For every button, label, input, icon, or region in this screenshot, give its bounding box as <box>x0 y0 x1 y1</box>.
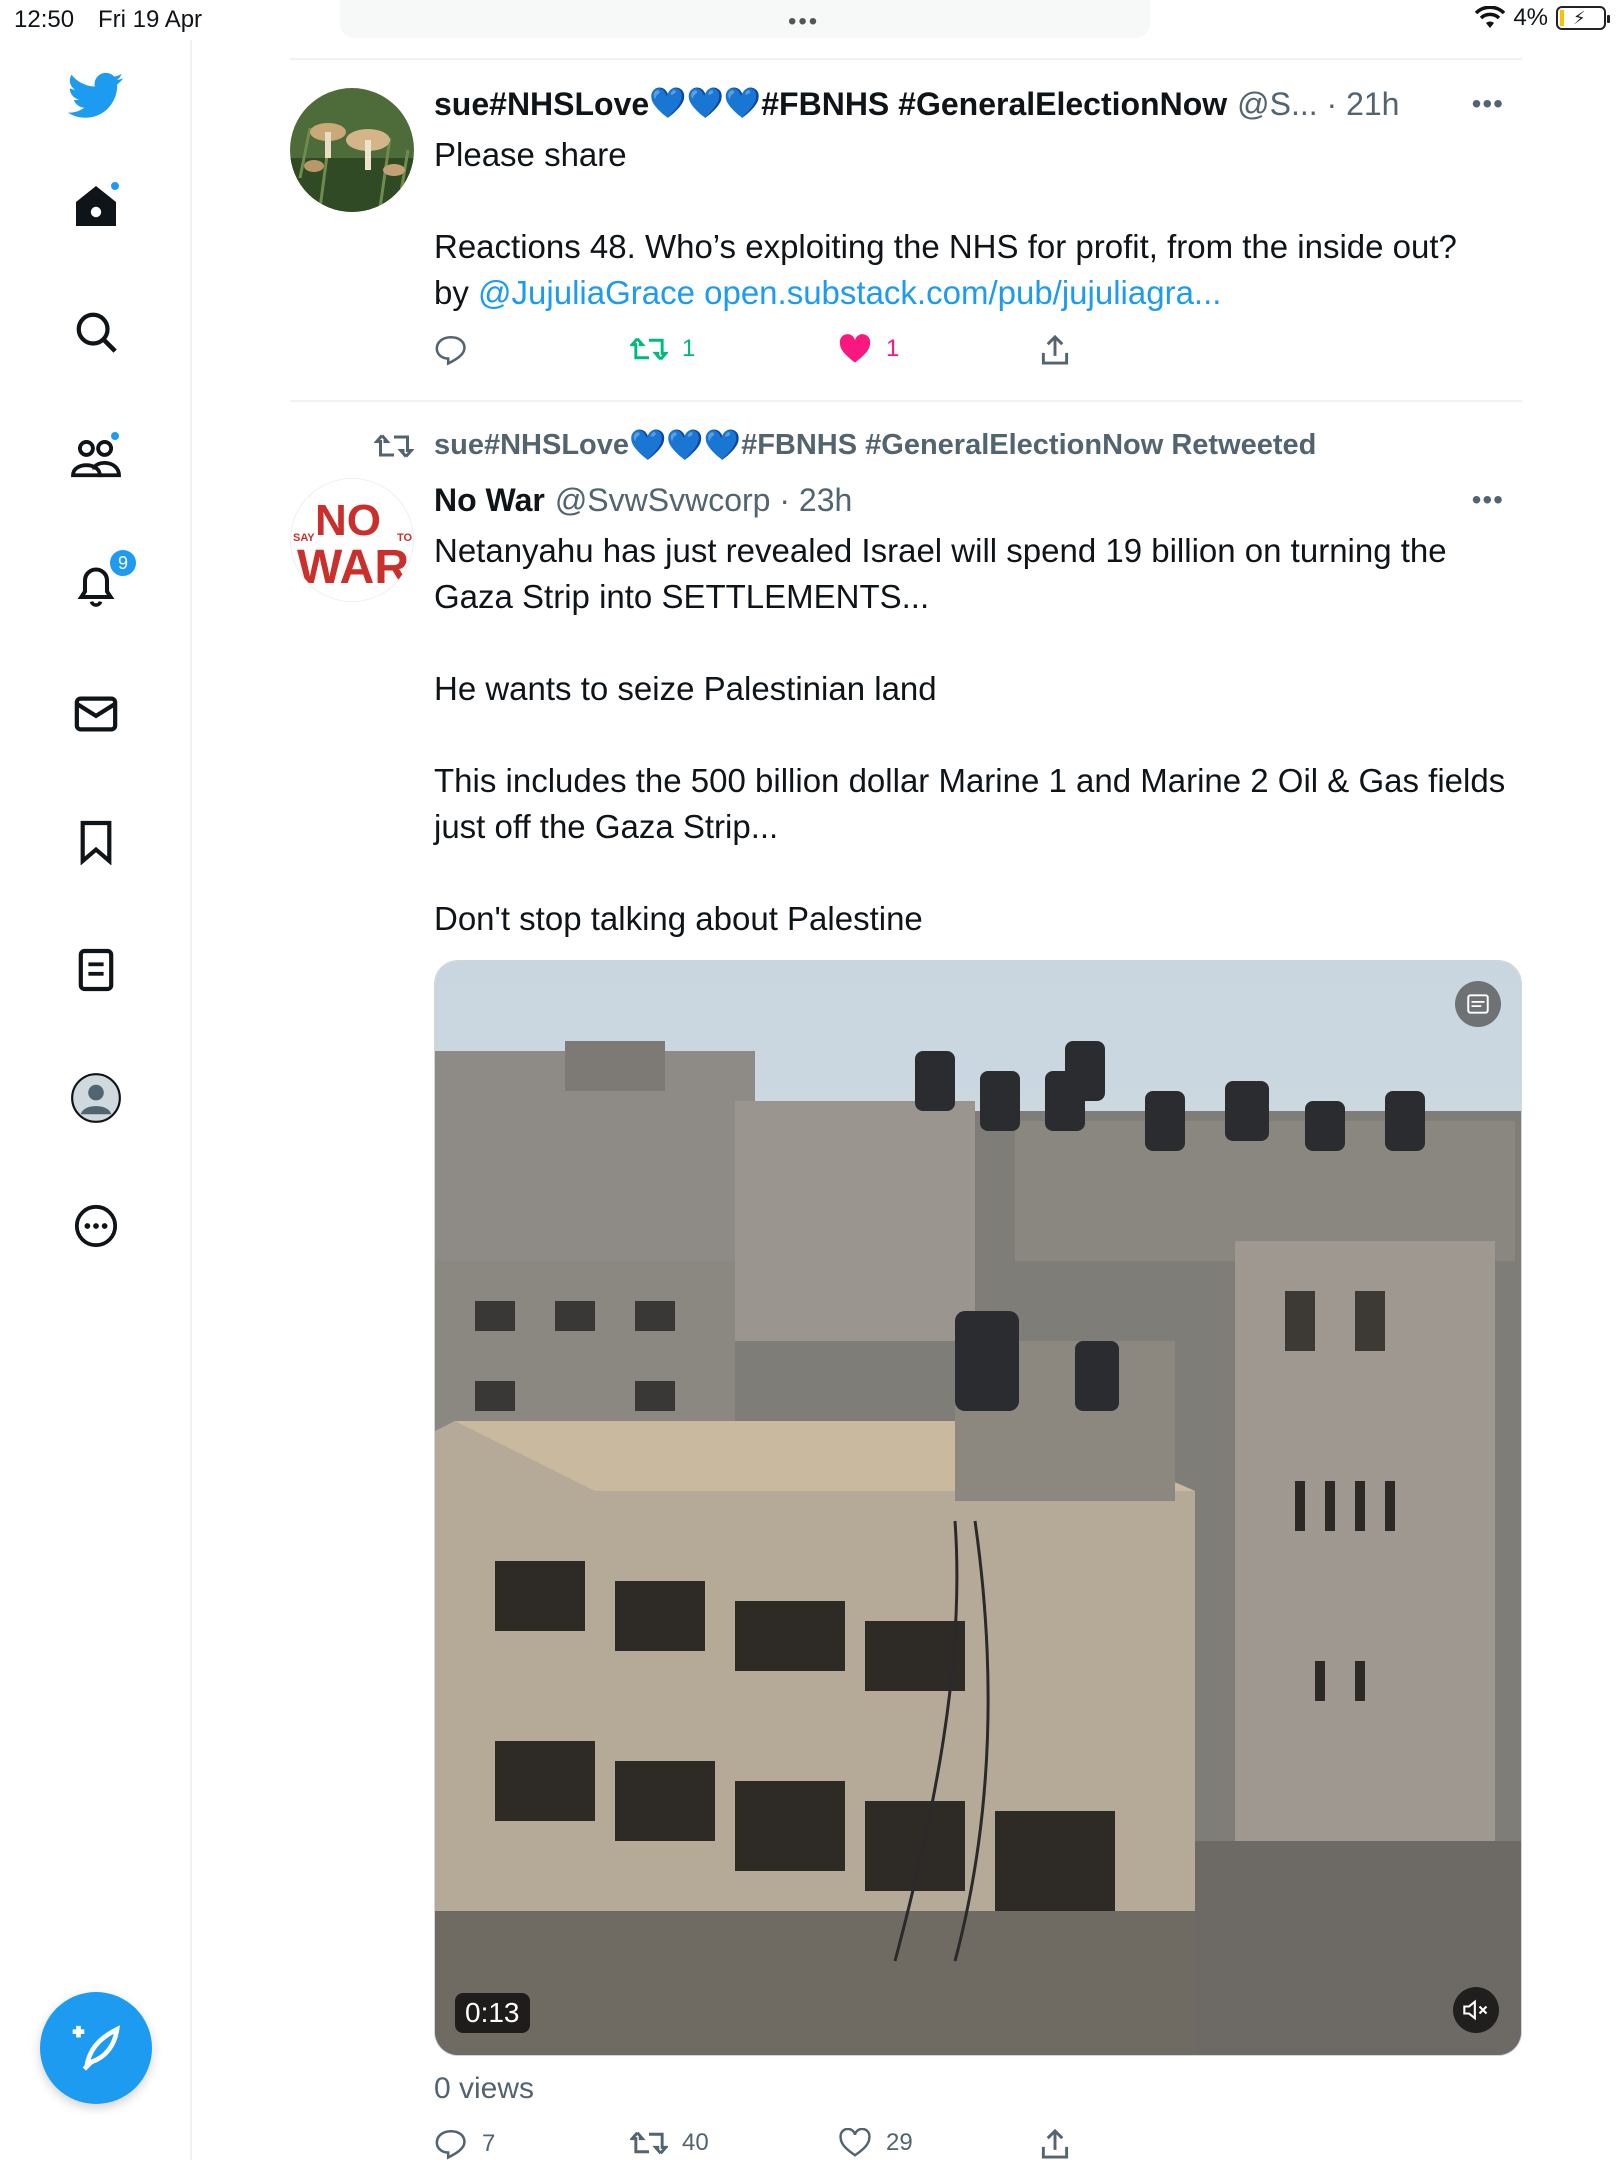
tweet2-paragraph-2: He wants to seize Palestinian land <box>434 670 937 707</box>
tweet2-retweet-context: sue#NHSLove 💙💙💙 #FBNHS #GeneralElectionN… <box>374 428 1316 463</box>
tweet1-substack-link[interactable]: open.substack.com/pub/jujuliagra... <box>704 274 1221 311</box>
compose-tweet-icon <box>72 2025 120 2071</box>
avatar-no-text: NO <box>315 496 381 545</box>
notifications-icon[interactable]: 9 <box>64 548 138 618</box>
muted-speaker-icon <box>1463 1999 1488 2021</box>
status-indicators: 4% ⚡ <box>1475 4 1610 32</box>
tweet2-share-button[interactable] <box>1040 2128 1070 2160</box>
tweet2-author-name[interactable]: No War <box>434 480 545 520</box>
avatar-war-text: WAR <box>297 541 409 594</box>
notifications-badge: 9 <box>108 548 138 578</box>
communities-icon[interactable] <box>64 426 128 490</box>
home-notification-dot <box>109 180 121 192</box>
tweet2-reply-count: 7 <box>482 2130 496 2157</box>
blue-heart-icon: 💙💙💙 <box>649 87 762 120</box>
tweet1-more-icon[interactable]: ••• <box>1472 88 1504 120</box>
tweet2-retweet-button[interactable]: 40 <box>630 2128 709 2158</box>
sidebar: 9 <box>0 40 192 2160</box>
status-date: Fri 19 Apr <box>98 6 203 33</box>
communities-notification-dot <box>109 430 121 442</box>
alt-text-button[interactable] <box>1455 981 1501 1027</box>
battery-percent: 4% <box>1513 4 1548 31</box>
messages-icon[interactable] <box>64 682 128 746</box>
tweet1-body: sue#NHSLove 💙💙💙 #FBNHS #GeneralElectionN… <box>434 84 1524 316</box>
reply-icon <box>435 335 466 366</box>
home-icon[interactable] <box>64 174 128 238</box>
tweet2-reply-button[interactable]: 7 <box>434 2128 495 2160</box>
liked-heart-icon <box>839 334 871 363</box>
tweet2-handle-time[interactable]: @SvwSvwcorp · 23h <box>555 480 852 520</box>
retweet-icon <box>630 2131 668 2155</box>
tweet1-header: sue#NHSLove 💙💙💙 #FBNHS #GeneralElectionN… <box>434 84 1524 124</box>
search-icon[interactable] <box>64 300 128 364</box>
bookmarks-icon[interactable] <box>64 810 128 874</box>
retweet-context-icon <box>374 434 414 457</box>
battery-icon: ⚡ <box>1556 6 1610 30</box>
reply-icon <box>435 2129 466 2160</box>
tweet2-retweet-count: 40 <box>682 2129 709 2156</box>
tweet2-retweeter-name[interactable]: sue#NHSLove <box>434 429 629 462</box>
tweet1-author-tags[interactable]: #FBNHS #GeneralElectionNow <box>761 84 1227 124</box>
tweet1-reply-button[interactable] <box>434 334 468 366</box>
tweet2-like-button[interactable]: 29 <box>838 2128 913 2158</box>
tweet2-more-icon[interactable]: ••• <box>1472 484 1504 516</box>
tweet1-share-button[interactable] <box>1040 334 1070 366</box>
tweet2-paragraph-4: Don't stop talking about Palestine <box>434 900 923 937</box>
share-icon <box>1041 334 1069 365</box>
status-time: 12:50 <box>14 6 75 33</box>
tweet2-body: No War @SvwSvwcorp · 23h ••• Netanyahu h… <box>434 480 1524 942</box>
tweet2-paragraph-1: Netanyahu has just revealed Israel will … <box>434 532 1456 615</box>
tweet1-by-label: by <box>434 274 479 311</box>
tweet1-text-line2: Reactions 48. Who’s exploiting the NHS f… <box>434 228 1457 265</box>
tweet2-retweeter-tags[interactable]: #FBNHS #GeneralElectionNow Retweeted <box>741 429 1316 462</box>
heart-icon <box>839 2128 871 2157</box>
lists-icon[interactable] <box>64 938 128 1002</box>
timeline-divider <box>290 58 1522 60</box>
tweet1-author-name[interactable]: sue#NHSLove <box>434 84 649 124</box>
twitter-bird-icon[interactable] <box>64 64 128 128</box>
tweet1-like-button[interactable]: 1 <box>838 334 899 364</box>
tweet1-text-line1: Please share <box>434 136 627 173</box>
tweet2-like-count: 29 <box>886 2129 913 2156</box>
tweet2-video[interactable]: 0:13 <box>434 960 1522 2056</box>
multitasking-dots[interactable]: ••• <box>788 8 819 36</box>
tweet1-avatar[interactable] <box>290 88 414 212</box>
video-duration: 0:13 <box>455 1993 530 2033</box>
retweet-icon <box>630 337 668 361</box>
video-frame-image <box>435 961 1521 2055</box>
wifi-icon <box>1475 6 1506 28</box>
tweet1-handle-time[interactable]: @S... · 21h <box>1237 84 1399 124</box>
top-strip <box>340 0 1150 38</box>
timeline-divider <box>290 400 1522 402</box>
tweet1-retweet-button[interactable]: 1 <box>630 334 695 364</box>
tweet2-header: No War @SvwSvwcorp · 23h <box>434 480 1524 520</box>
blue-heart-icon: 💙💙💙 <box>629 429 742 462</box>
tweet1-retweet-count: 1 <box>682 335 696 362</box>
tweet2-avatar[interactable]: SAY NO TO WAR <box>290 478 414 602</box>
tweet1-mention-link[interactable]: @JujuliaGrace <box>478 274 695 311</box>
more-icon[interactable] <box>64 1194 128 1258</box>
profile-icon[interactable] <box>64 1066 128 1130</box>
tweet2-view-count: 0 views <box>434 2072 535 2105</box>
compose-tweet-button[interactable] <box>40 1992 152 2104</box>
mute-button[interactable] <box>1453 1987 1499 2033</box>
tweet2-paragraph-3: This includes the 500 billion dollar Mar… <box>434 762 1515 845</box>
tweet1-text-by-line: by @JujuliaGrace open.substack.com/pub/j… <box>434 270 1524 316</box>
tweet1-like-count: 1 <box>886 335 900 362</box>
image-description-icon <box>1467 994 1489 1014</box>
share-icon <box>1041 2128 1069 2159</box>
status-bar: 12:50 Fri 19 Apr ••• 4% ⚡ <box>0 0 1620 40</box>
